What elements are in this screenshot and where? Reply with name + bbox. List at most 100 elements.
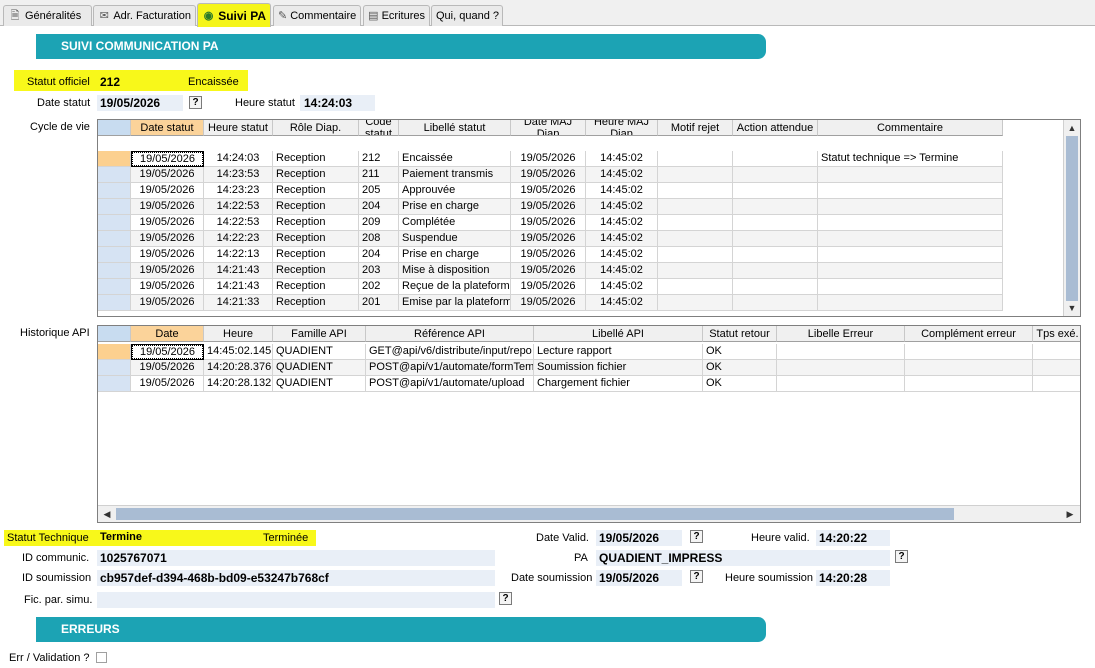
column-header[interactable]: Référence API bbox=[366, 326, 534, 342]
err-validation-checkbox[interactable] bbox=[96, 652, 107, 663]
historique-horizontal-scrollbar[interactable]: ◀ ▶ bbox=[98, 505, 1080, 522]
tab-label: Suivi PA bbox=[218, 8, 266, 23]
column-header[interactable]: Heure MAJ Diap bbox=[586, 120, 658, 136]
tab-ecritures[interactable]: ▤ Ecritures bbox=[363, 5, 430, 26]
table-cell: 19/05/2026 bbox=[511, 279, 586, 295]
table-cell bbox=[777, 344, 905, 360]
historique-api-grid[interactable]: Date Heure Famille API Référence API Libellé… bbox=[97, 325, 1081, 523]
table-row[interactable]: 19/05/2026 14:20:28.376 QUADIENT POST@api/v… bbox=[98, 360, 1080, 376]
cycle-vertical-scrollbar[interactable]: ▲ ▼ bbox=[1063, 120, 1080, 316]
table-row[interactable]: 19/05/2026 14:22:53 Reception 204 Prise en c… bbox=[98, 199, 1003, 215]
table-row[interactable]: 19/05/2026 14:22:53 Reception 209 Complétée 1… bbox=[98, 215, 1003, 231]
row-selector[interactable] bbox=[98, 215, 131, 231]
tab-commentaire[interactable]: ✎ Commentaire bbox=[273, 5, 361, 26]
scroll-right-arrow-icon[interactable]: ▶ bbox=[1063, 507, 1077, 521]
row-selector[interactable] bbox=[98, 376, 131, 392]
tab-generalites[interactable]: 🗎 Généralités bbox=[3, 5, 92, 26]
table-row[interactable]: 19/05/2026 14:22:23 Reception 208 Suspendue 1… bbox=[98, 231, 1003, 247]
pa-help-button[interactable]: ? bbox=[895, 550, 908, 563]
row-selector[interactable] bbox=[98, 344, 131, 360]
tab-adr-facturation[interactable]: ✉ Adr. Facturation bbox=[93, 5, 196, 26]
table-row[interactable]: 19/05/2026 14:21:43 Reception 203 Mise à dis… bbox=[98, 263, 1003, 279]
column-header[interactable]: Complément erreur bbox=[905, 326, 1033, 342]
scroll-up-arrow-icon[interactable]: ▲ bbox=[1065, 121, 1079, 135]
scroll-thumb[interactable] bbox=[1066, 136, 1078, 301]
table-cell: OK bbox=[703, 344, 777, 360]
grid-corner[interactable] bbox=[98, 326, 131, 342]
row-selector[interactable] bbox=[98, 151, 131, 167]
column-header[interactable]: Motif rejet bbox=[658, 120, 733, 136]
table-row[interactable]: 19/05/2026 14:45:02.145 QUADIENT GET@api/v6… bbox=[98, 344, 1080, 360]
column-header[interactable]: Date bbox=[131, 326, 204, 342]
column-header[interactable]: Heure statut bbox=[204, 120, 273, 136]
table-cell: Approuvée bbox=[399, 183, 511, 199]
row-selector[interactable] bbox=[98, 199, 131, 215]
row-selector[interactable] bbox=[98, 279, 131, 295]
tab-suivi-pa[interactable]: ◉ Suivi PA bbox=[197, 3, 271, 27]
date-valid-help-button[interactable]: ? bbox=[690, 530, 703, 543]
table-cell: Emise par la plateform bbox=[399, 295, 511, 311]
table-cell: 209 bbox=[359, 215, 399, 231]
column-header[interactable]: Action attendue bbox=[733, 120, 818, 136]
date-statut-help-button[interactable]: ? bbox=[189, 96, 202, 109]
table-cell: 19/05/2026 bbox=[131, 151, 204, 167]
table-cell: Chargement fichier bbox=[534, 376, 703, 392]
date-soumission-label: Date soumission bbox=[511, 572, 593, 584]
table-row[interactable]: 19/05/2026 14:23:53 Reception 211 Paiement t… bbox=[98, 167, 1003, 183]
table-cell: 14:24:03 bbox=[204, 151, 273, 167]
fic-simu-help-button[interactable]: ? bbox=[499, 592, 512, 605]
fic-simu-field[interactable] bbox=[97, 592, 495, 608]
row-selector[interactable] bbox=[98, 167, 131, 183]
table-cell: 19/05/2026 bbox=[131, 199, 204, 215]
scroll-left-arrow-icon[interactable]: ◀ bbox=[100, 507, 114, 521]
tab-qui-quand[interactable]: Qui, quand ? bbox=[431, 5, 503, 26]
table-row[interactable]: 19/05/2026 14:21:43 Reception 202 Reçue de l… bbox=[98, 279, 1003, 295]
table-cell: 19/05/2026 bbox=[131, 279, 204, 295]
column-header[interactable]: Famille API bbox=[273, 326, 366, 342]
column-header[interactable]: Code statut bbox=[359, 120, 399, 136]
row-selector[interactable] bbox=[98, 263, 131, 279]
table-cell: Reception bbox=[273, 199, 359, 215]
scroll-thumb[interactable] bbox=[116, 508, 954, 520]
table-cell bbox=[733, 247, 818, 263]
date-soumission-help-button[interactable]: ? bbox=[690, 570, 703, 583]
table-cell bbox=[733, 215, 818, 231]
table-cell bbox=[733, 279, 818, 295]
table-cell: 19/05/2026 bbox=[511, 263, 586, 279]
column-header[interactable]: Libellé API bbox=[534, 326, 703, 342]
table-row[interactable]: 19/05/2026 14:24:03 Reception 212 Encaissée 1… bbox=[98, 151, 1003, 167]
statut-technique-libelle: Terminée bbox=[263, 532, 309, 544]
column-header[interactable]: Heure bbox=[204, 326, 273, 342]
column-header[interactable]: Commentaire bbox=[818, 120, 1003, 136]
table-row[interactable]: 19/05/2026 14:20:28.132 QUADIENT POST@api/v… bbox=[98, 376, 1080, 392]
table-cell: 204 bbox=[359, 199, 399, 215]
tab-label: Généralités bbox=[25, 10, 82, 22]
column-header[interactable]: Statut retour bbox=[703, 326, 777, 342]
table-cell: Prise en charge bbox=[399, 199, 511, 215]
row-selector[interactable] bbox=[98, 247, 131, 263]
column-header[interactable]: Tps exé. bbox=[1033, 326, 1080, 342]
column-header[interactable]: Libellé statut bbox=[399, 120, 511, 136]
row-selector[interactable] bbox=[98, 295, 131, 311]
table-row[interactable]: 19/05/2026 14:22:13 Reception 204 Prise en c… bbox=[98, 247, 1003, 263]
table-row[interactable]: 19/05/2026 14:21:33 Reception 201 Emise par … bbox=[98, 295, 1003, 311]
date-valid-value: 19/05/2026 bbox=[599, 531, 660, 545]
table-cell: Lecture rapport bbox=[534, 344, 703, 360]
row-selector[interactable] bbox=[98, 183, 131, 199]
table-cell: 19/05/2026 bbox=[131, 231, 204, 247]
table-cell: Encaissée bbox=[399, 151, 511, 167]
table-cell: 19/05/2026 bbox=[511, 199, 586, 215]
column-header[interactable]: Libelle Erreur bbox=[777, 326, 905, 342]
column-header[interactable]: Date statut bbox=[131, 120, 204, 136]
row-selector[interactable] bbox=[98, 231, 131, 247]
table-cell bbox=[658, 215, 733, 231]
column-header[interactable]: Date MAJ Diap bbox=[511, 120, 586, 136]
column-header[interactable]: Rôle Diap. bbox=[273, 120, 359, 136]
table-row[interactable]: 19/05/2026 14:23:23 Reception 205 Approuvée 1… bbox=[98, 183, 1003, 199]
grid-header-row: Date statut Heure statut Rôle Diap. Code st… bbox=[98, 120, 1003, 151]
row-selector[interactable] bbox=[98, 360, 131, 376]
scroll-down-arrow-icon[interactable]: ▼ bbox=[1065, 301, 1079, 315]
grid-corner[interactable] bbox=[98, 120, 131, 136]
table-cell bbox=[733, 167, 818, 183]
cycle-de-vie-grid[interactable]: Date statut Heure statut Rôle Diap. Code st… bbox=[97, 119, 1081, 317]
